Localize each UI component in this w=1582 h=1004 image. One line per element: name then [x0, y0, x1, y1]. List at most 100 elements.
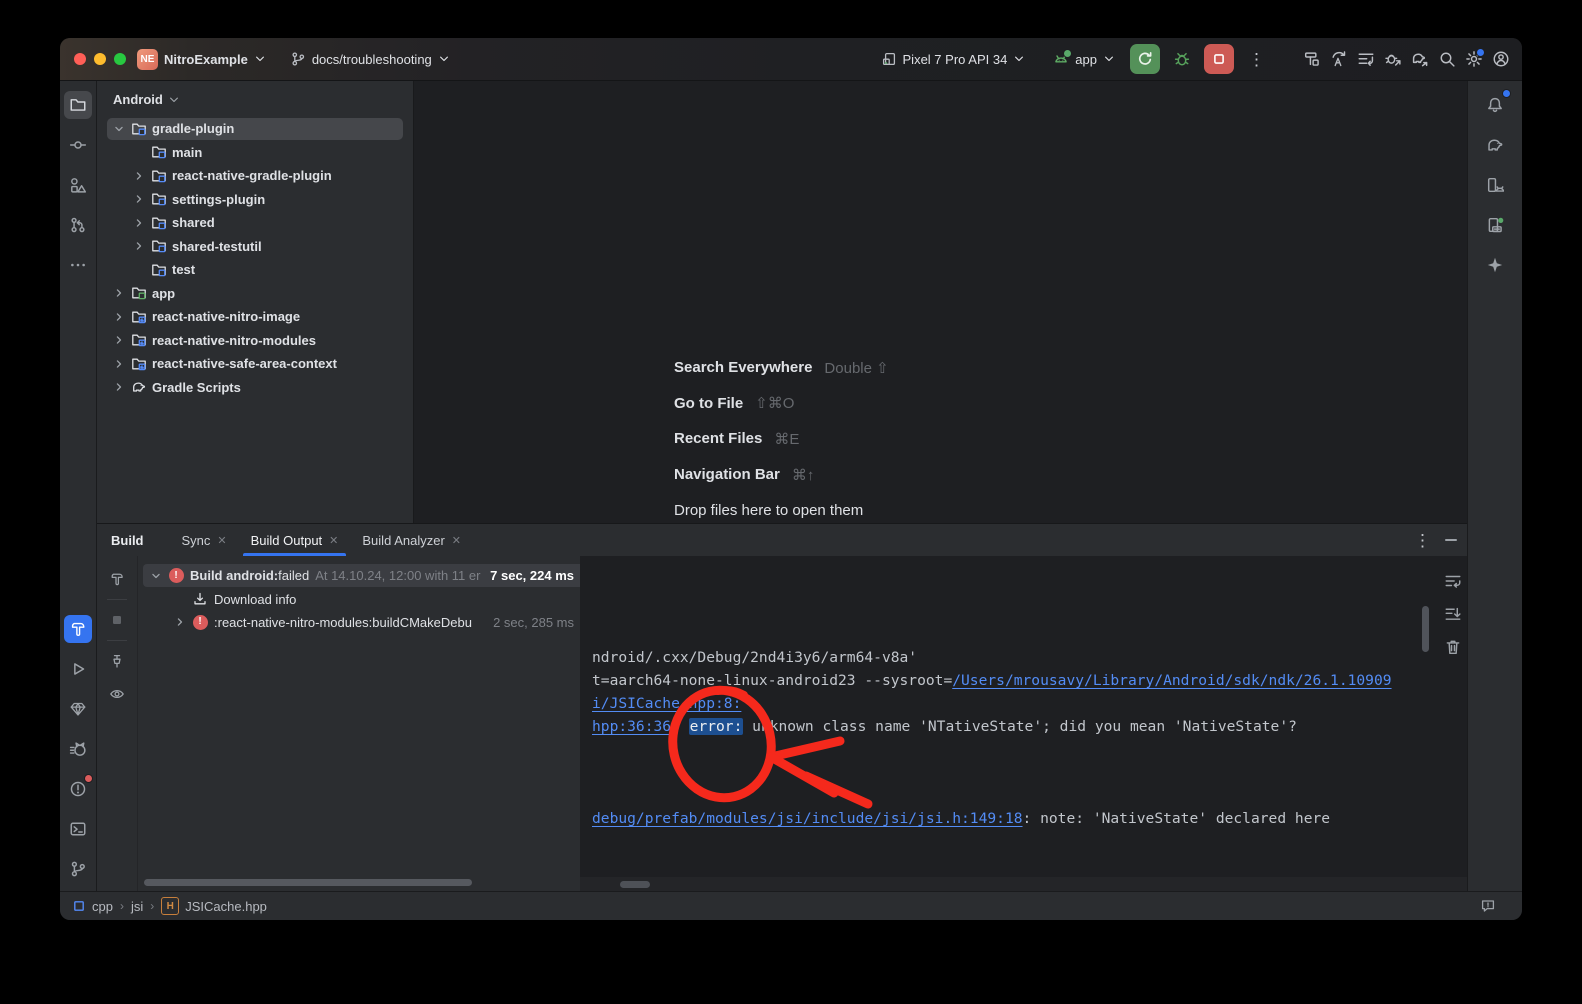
tool-window-button-build[interactable] [60, 609, 96, 649]
tool-window-button-logcat[interactable] [60, 729, 96, 769]
recent-changes-button[interactable] [1357, 50, 1375, 68]
trash-button[interactable] [1444, 638, 1462, 661]
tool-window-button-app-quality-insights[interactable] [60, 689, 96, 729]
console-link[interactable]: debug/prefab/modules/jsi/include/jsi/jsi… [592, 810, 1023, 827]
project-tree-item-react-native-nitro-image[interactable]: react-native-nitro-image [97, 305, 413, 329]
build-tab-build-output[interactable]: Build Output ✕ [239, 524, 351, 556]
tool-window-button-pull-requests[interactable] [60, 205, 96, 245]
more-actions-menu[interactable]: ⋮ [1242, 51, 1271, 68]
chevron-right-icon [132, 216, 146, 230]
build-options-menu[interactable]: ⋮ [1414, 532, 1431, 549]
tool-window-button-gradle[interactable] [1468, 125, 1522, 165]
run-icon [69, 660, 87, 678]
eye-button[interactable] [104, 681, 130, 707]
project-widget[interactable]: NE NitroExample [130, 45, 273, 74]
breadcrumb-cpp[interactable]: cpp [72, 899, 113, 914]
profile-app-button[interactable] [1384, 50, 1402, 68]
close-icon[interactable]: ✕ [329, 534, 338, 547]
tool-window-button-run[interactable] [60, 649, 96, 689]
stopfilled-button[interactable] [104, 607, 130, 633]
build-tree-row[interactable]: Download info [138, 587, 580, 610]
console-link[interactable]: hpp:36:36 [592, 718, 671, 735]
build-tab-build-analyzer[interactable]: Build Analyzer ✕ [350, 524, 473, 556]
account-button[interactable] [1492, 50, 1510, 68]
device-selector[interactable]: Pixel 7 Pro API 34 [874, 47, 1033, 71]
stop-button[interactable] [1204, 44, 1234, 74]
hammer-button[interactable] [104, 566, 130, 592]
terminal-icon [69, 820, 87, 838]
running-devices-icon [1486, 176, 1504, 194]
module-icon [151, 238, 167, 254]
chevron-right-icon [112, 333, 126, 347]
project-tree-item-react-native-nitro-modules[interactable]: react-native-nitro-modules [97, 329, 413, 353]
horizontal-scrollbar[interactable] [144, 879, 472, 886]
project-tree-item-react-native-gradle-plugin[interactable]: react-native-gradle-plugin [97, 164, 413, 188]
tool-window-button-more-tools[interactable] [60, 245, 96, 285]
project-tree-item-test[interactable]: test [97, 258, 413, 282]
tool-window-button-project[interactable] [60, 85, 96, 125]
event-log-icon[interactable] [1480, 898, 1496, 914]
project-tree-item-shared-testutil[interactable]: shared-testutil [97, 235, 413, 259]
zoom-window-button[interactable] [114, 53, 126, 65]
tool-window-button-gemini[interactable] [1468, 245, 1522, 285]
tab-label: Build Analyzer [362, 533, 444, 548]
softwrap-button[interactable] [1444, 572, 1462, 595]
build-panel-title: Build [111, 533, 144, 548]
chevron-right-icon [112, 310, 126, 324]
close-icon[interactable]: ✕ [217, 534, 226, 547]
tool-window-button-resource-manager[interactable] [60, 165, 96, 205]
scrollend-button[interactable] [1444, 605, 1462, 628]
project-tree-item-app[interactable]: app [97, 282, 413, 306]
rerun-button[interactable] [1130, 44, 1160, 74]
close-window-button[interactable] [74, 53, 86, 65]
build-tab-sync[interactable]: Sync✕ [170, 524, 239, 556]
search-everywhere-button[interactable] [1438, 50, 1456, 68]
breadcrumb-JSICache.hpp[interactable]: HJSICache.hpp [161, 897, 267, 915]
tool-window-button-terminal[interactable] [60, 809, 96, 849]
hide-panel-button[interactable] [1445, 539, 1457, 541]
vertical-scrollbar[interactable] [1422, 606, 1429, 652]
apply-changes-button[interactable] [1330, 50, 1348, 68]
build-tree-row[interactable]: ! :react-native-nitro-modules:buildCMake… [138, 611, 580, 634]
stopfilled-icon [109, 612, 125, 628]
problems-icon [69, 780, 87, 798]
project-tree-item-Gradle Scripts[interactable]: Gradle Scripts [97, 376, 413, 400]
breadcrumb-jsi[interactable]: jsi [131, 899, 143, 914]
console-link[interactable]: i/JSICache.hpp:8: [592, 695, 741, 712]
project-tree-item-settings-plugin[interactable]: settings-plugin [97, 188, 413, 212]
build-tree-row[interactable]: ! Build android: failed At 14.10.24, 12:… [138, 564, 580, 587]
tree-item-label: test [172, 262, 195, 277]
project-tree-item-shared[interactable]: shared [97, 211, 413, 235]
build-console: ndroid/.cxx/Debug/2nd4i3y6/arm64-v8a't=a… [580, 556, 1467, 891]
tab-label: Build Output [251, 533, 323, 548]
console-link[interactable]: /Users/mrousavy/Library/Android/sdk/ndk/… [952, 672, 1391, 689]
tool-window-button-device-manager[interactable] [1468, 205, 1522, 245]
sync-gradle-button[interactable] [1411, 50, 1429, 68]
run-configuration-selector[interactable]: app [1046, 47, 1122, 71]
tool-window-button-problems[interactable] [60, 769, 96, 809]
tree-item-label: shared [172, 215, 215, 230]
close-icon[interactable]: ✕ [452, 534, 461, 547]
tool-window-button-notifications[interactable] [1468, 85, 1522, 125]
debug-button[interactable] [1168, 45, 1196, 73]
project-tree-item-react-native-safe-area-context[interactable]: react-native-safe-area-context [97, 352, 413, 376]
tool-window-button-running-devices[interactable] [1468, 165, 1522, 205]
module-icon [151, 144, 167, 160]
console-horizontal-scrollbar[interactable] [620, 881, 650, 888]
project-view-selector[interactable]: Android [97, 81, 413, 115]
project-tree-item-gradle-plugin[interactable]: gradle-plugin [97, 117, 413, 141]
chevron-right-icon [112, 357, 126, 371]
branch-widget[interactable]: docs/troubleshooting [283, 47, 457, 71]
tool-window-button-version-control[interactable] [60, 849, 96, 889]
hammer-icon [109, 571, 125, 587]
settings-button[interactable] [1465, 50, 1483, 68]
tool-window-button-commit[interactable] [60, 125, 96, 165]
build-project-button[interactable] [1303, 50, 1321, 68]
shortcut-hint: Go to File⇧⌘O [674, 386, 889, 422]
profile-app-icon [1384, 50, 1402, 68]
project-tree-item-main[interactable]: main [97, 141, 413, 165]
project-tool-window: Android gradle-plugin main react-native-… [97, 81, 414, 523]
pin-button[interactable] [104, 648, 130, 674]
breadcrumb-separator: › [150, 899, 154, 913]
minimize-window-button[interactable] [94, 53, 106, 65]
